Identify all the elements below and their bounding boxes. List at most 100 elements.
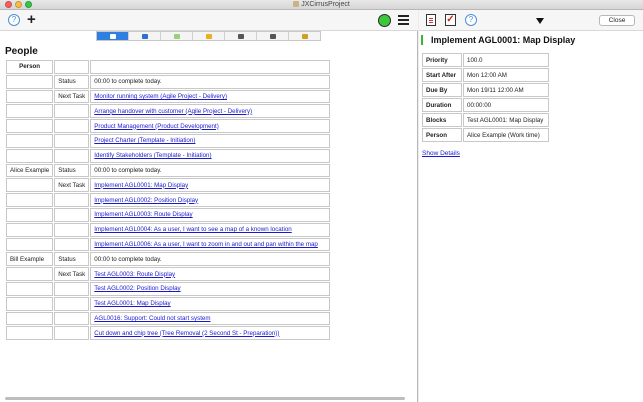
detail-label: Person: [422, 128, 462, 142]
task-cell: Project Charter (Template - Initiation): [90, 133, 331, 148]
detail-label: Blocks: [422, 113, 462, 127]
table-row: Alice Example Status 00:00 to complete tod…: [6, 163, 331, 178]
people-pane: ? + People Person Status 00:00 to complet…: [0, 10, 418, 402]
window-title: JXCirrusProject: [0, 1, 643, 8]
view-tab-calendar[interactable]: [225, 32, 257, 40]
field-cell: Status: [54, 74, 90, 89]
hamburger-menu-icon[interactable]: [398, 15, 409, 25]
task-link[interactable]: Test AGL0001: Map Display: [94, 300, 170, 307]
table-row: Test AGL0002: Position Display: [6, 281, 331, 296]
task-cell: Test AGL0002: Position Display: [90, 281, 331, 296]
task-link[interactable]: Implement AGL0003: Route Display: [94, 211, 192, 218]
detail-value: 00:00:00: [463, 98, 549, 112]
view-tab-person[interactable]: [129, 32, 161, 40]
table-row: AGL0016: Support: Could not start system: [6, 311, 331, 326]
task-link[interactable]: Test AGL0002: Position Display: [94, 285, 180, 292]
view-tab-calendar-month[interactable]: [257, 32, 289, 40]
section-title: People: [5, 46, 38, 57]
field-cell: [54, 296, 90, 311]
detail-value: Mon 12:00 AM: [463, 68, 549, 82]
table-row: Implement AGL0003: Route Display: [6, 207, 331, 222]
horizontal-scrollbar[interactable]: [0, 397, 418, 400]
view-tab-pie-chart[interactable]: [193, 32, 225, 40]
view-tab-note[interactable]: [289, 32, 320, 40]
view-tab-people[interactable]: [97, 32, 129, 40]
field-cell: Next Task: [54, 178, 90, 193]
dropdown-arrow-icon[interactable]: [536, 18, 544, 24]
task-link[interactable]: Implement AGL0006: As a user, I want to …: [94, 241, 318, 248]
table-row: Next Task Implement AGL0001: Map Display: [6, 178, 331, 193]
task-link[interactable]: Cut down and chip tree (Tree Removal (2 …: [94, 330, 279, 337]
field-cell: [54, 237, 90, 252]
task-cell: Implement AGL0006: As a user, I want to …: [90, 237, 331, 252]
detail-row: Priority 100.0: [422, 53, 549, 67]
field-cell: Status: [54, 163, 90, 178]
person-column-header: Person: [6, 60, 54, 74]
task-cell: Test AGL0001: Map Display: [90, 296, 331, 311]
person-cell: [6, 178, 54, 193]
task-cell: Test AGL0003: Route Display: [90, 267, 331, 281]
task-link[interactable]: Identify Stakeholders (Template - Initia…: [94, 152, 211, 159]
checklist-icon[interactable]: ✓: [445, 14, 456, 26]
show-details-link[interactable]: Show Details: [422, 150, 460, 157]
task-link[interactable]: Product Management (Product Development): [94, 123, 219, 130]
help-icon[interactable]: ?: [8, 14, 20, 26]
notes-icon[interactable]: [426, 14, 436, 26]
person-cell: [6, 119, 54, 133]
scrollbar-thumb[interactable]: [5, 397, 405, 400]
task-link[interactable]: Arrange handover with customer (Agile Pr…: [94, 108, 252, 115]
detail-value: 100.0: [463, 53, 549, 67]
field-cell: [54, 281, 90, 296]
task-link[interactable]: Monitor running system (Agile Project - …: [94, 93, 227, 100]
right-toolbar: ✓ ? Close: [419, 10, 643, 31]
person-cell: Alice Example: [6, 163, 54, 178]
task-cell: Cut down and chip tree (Tree Removal (2 …: [90, 326, 331, 341]
field-cell: Next Task: [54, 89, 90, 104]
person-cell: [6, 267, 54, 281]
person-cell: [6, 193, 54, 207]
task-details-table: Priority 100.0 Start After Mon 12:00 AM Due …: [421, 52, 550, 143]
person-cell: [6, 311, 54, 326]
table-row: Arrange handover with customer (Agile Pr…: [6, 104, 331, 119]
person-cell: [6, 89, 54, 104]
flag-icon: [173, 33, 180, 39]
task-cell: Implement AGL0001: Map Display: [90, 178, 331, 193]
table-row: Project Charter (Template - Initiation): [6, 133, 331, 148]
people-icon: [109, 33, 116, 39]
field-cell: [54, 193, 90, 207]
task-link[interactable]: Project Charter (Template - Initiation): [94, 137, 195, 144]
help-icon[interactable]: ?: [465, 14, 477, 26]
task-title: Implement AGL0001: Map Display: [421, 35, 575, 45]
value-column-header: [90, 60, 331, 74]
table-row: Identify Stakeholders (Template - Initia…: [6, 148, 331, 163]
window-title-text: JXCirrusProject: [301, 1, 350, 8]
table-row: Cut down and chip tree (Tree Removal (2 …: [6, 326, 331, 341]
task-link[interactable]: Implement AGL0004: As a user, I want to …: [94, 226, 291, 233]
field-cell: Status: [54, 252, 90, 267]
task-link[interactable]: AGL0016: Support: Could not start system: [94, 315, 210, 322]
person-cell: [6, 326, 54, 341]
task-cell: Monitor running system (Agile Project - …: [90, 89, 331, 104]
field-cell: [54, 311, 90, 326]
person-cell: [6, 104, 54, 119]
person-cell: [6, 133, 54, 148]
close-button[interactable]: Close: [599, 15, 635, 26]
people-table: Person Status 00:00 to complete today. Nex…: [5, 59, 331, 341]
person-cell: [6, 207, 54, 222]
detail-row: Blocks Test AGL0001: Map Display: [422, 113, 549, 127]
view-tab-flag[interactable]: [161, 32, 193, 40]
person-cell: [6, 237, 54, 252]
task-link[interactable]: Test AGL0003: Route Display: [94, 271, 175, 278]
table-row: Implement AGL0002: Position Display: [6, 193, 331, 207]
detail-row: Person Alice Example (Work time): [422, 128, 549, 142]
status-indicator-icon[interactable]: [378, 14, 391, 27]
pie-chart-icon: [205, 33, 212, 39]
task-cell: Product Management (Product Development): [90, 119, 331, 133]
detail-label: Start After: [422, 68, 462, 82]
field-column-header: [54, 60, 90, 74]
task-link[interactable]: Implement AGL0001: Map Display: [94, 182, 188, 189]
field-cell: [54, 119, 90, 133]
view-tab-bar: [96, 31, 321, 41]
add-icon[interactable]: +: [27, 12, 36, 27]
task-link[interactable]: Implement AGL0002: Position Display: [94, 197, 198, 204]
